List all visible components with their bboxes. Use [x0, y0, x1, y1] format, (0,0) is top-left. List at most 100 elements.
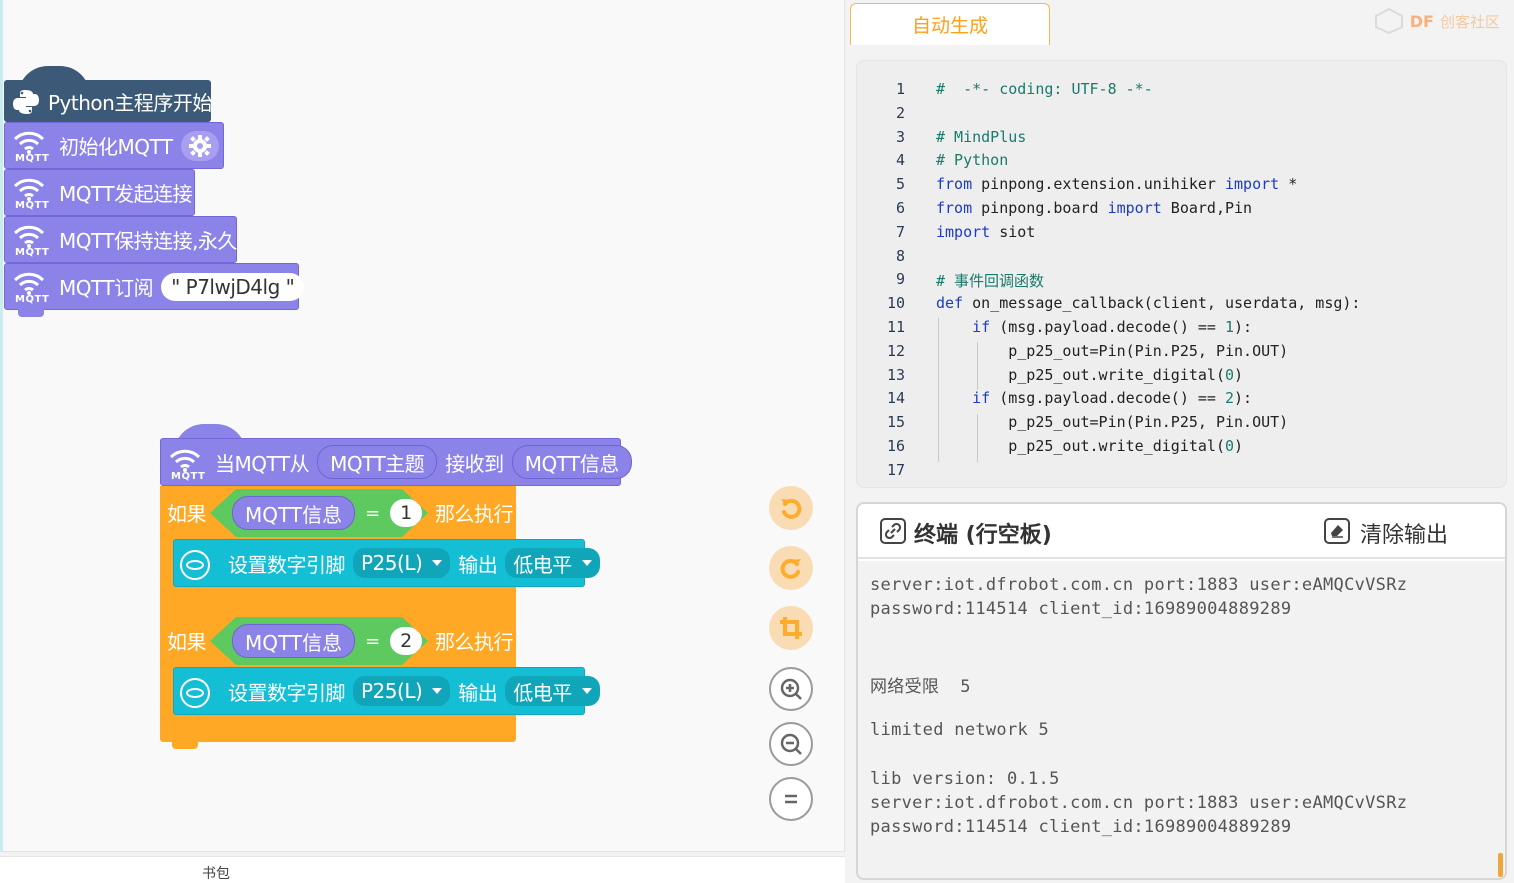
line-number: 8 [895, 246, 905, 265]
tab-bar: 自动生成 DF 创客社区 [848, 0, 1514, 46]
code-text: # Python [936, 151, 1009, 170]
mqtt-keep-block[interactable]: MQTT MQTT保持连接,永久 [4, 216, 237, 263]
subscribe-topic-input[interactable]: " P7lwjD4lg " [161, 272, 305, 301]
logo-brand: DF [1409, 11, 1434, 31]
terminal-panel: 终端 (行空板) 清除输出 server:iot.dfrobot.com.cn … [856, 502, 1507, 880]
code-line: 2 [857, 104, 905, 128]
python-logo-icon [12, 88, 40, 121]
line-number: 3 [895, 127, 905, 146]
event-topic-reporter[interactable]: MQTT主题 [317, 445, 438, 479]
block-workspace[interactable]: Python主程序开始 MQTT 初始化MQTT MQTT MQTT发起连接 M… [0, 0, 845, 852]
code-line: 3 # MindPlus [857, 127, 1026, 152]
pin-dropdown-value-1: P25(L) [361, 551, 423, 575]
code-text: p_p25_out=Pin(Pin.P25, Pin.OUT) [936, 413, 1289, 432]
code-line: 17 [857, 461, 905, 485]
set-pin-block-2[interactable]: 设置数字引脚 P25(L) 输出 低电平 [173, 667, 600, 715]
clear-output-button[interactable]: 清除输出 [1360, 517, 1448, 549]
zoom-in-button[interactable] [769, 667, 813, 711]
code-text: if (msg.payload.decode() == 1): [972, 318, 1253, 336]
backpack-bar[interactable]: 书包 [0, 856, 845, 883]
backpack-label: 书包 [202, 866, 230, 882]
code-line: 12 p_p25_out=Pin(Pin.P25, Pin.OUT) [857, 341, 1288, 366]
code-text: import siot [936, 222, 1036, 241]
code-line: 7 import siot [857, 223, 1035, 247]
pin-icon [180, 678, 210, 708]
code-line: 13 p_p25_out.write_digital(0) [857, 366, 1243, 390]
gear-icon[interactable] [180, 130, 219, 161]
set-pin-label-2: 设置数字引脚 [228, 680, 346, 705]
line-number: 2 [895, 103, 905, 122]
code-text: p_p25_out=Pin(Pin.P25, Pin.OUT) [936, 341, 1289, 360]
code-text: # -*- coding: UTF-8 -*- [936, 80, 1153, 98]
line-number: 4 [895, 151, 905, 170]
terminal-output[interactable]: server:iot.dfrobot.com.cn port:1883 user… [858, 561, 1505, 878]
if2-condition[interactable]: MQTT信息 = 2 [210, 617, 428, 665]
clear-icon[interactable] [1324, 518, 1350, 544]
chevron-down-icon [432, 688, 443, 694]
event-message-reporter[interactable]: MQTT信息 [511, 445, 632, 479]
code-line: 1 # -*- coding: UTF-8 -*- [857, 80, 1153, 104]
reset-zoom-button[interactable] [769, 777, 813, 821]
pin-dropdown-2[interactable]: P25(L) [353, 676, 451, 706]
terminal-line: lib version: 0.1.5 [870, 768, 1060, 789]
init-mqtt-block[interactable]: MQTT 初始化MQTT [4, 122, 224, 169]
set-pin-block-1[interactable]: 设置数字引脚 P25(L) 输出 低电平 [173, 539, 600, 587]
pin-dropdown-value-2: P25(L) [361, 679, 423, 703]
code-editor[interactable]: 1 # -*- coding: UTF-8 -*- 2 3 # MindPlus 4 # P… [856, 60, 1507, 488]
if1-condition[interactable]: MQTT信息 = 1 [210, 489, 428, 537]
pin-dropdown-1[interactable]: P25(L) [353, 548, 451, 578]
line-number: 9 [895, 270, 905, 289]
line-number: 5 [895, 175, 905, 194]
event-received-label: 接收到 [445, 451, 504, 476]
terminal-header: 终端 (行空板) 清除输出 [858, 504, 1505, 559]
control-inner-gap-1 [186, 588, 516, 614]
init-mqtt-label: 初始化MQTT [59, 135, 173, 159]
if1-message-reporter[interactable]: MQTT信息 [232, 496, 355, 530]
if2-message-reporter[interactable]: MQTT信息 [232, 624, 355, 658]
wifi-icon: MQTT [11, 221, 49, 259]
mqtt-connect-label: MQTT发起连接 [59, 182, 193, 206]
line-number: 11 [886, 318, 905, 336]
undo-button[interactable] [769, 486, 813, 530]
code-line: 11 if (msg.payload.decode() == 1): [857, 318, 1252, 342]
control-block-notch [172, 741, 198, 749]
terminal-line: server:iot.dfrobot.com.cn port:1883 user… [870, 792, 1408, 813]
wifi-icon: MQTT [11, 127, 49, 165]
redo-button[interactable] [769, 546, 813, 590]
python-main-start-block[interactable]: Python主程序开始 [4, 80, 212, 122]
code-line: 10 def on_message_callback(client, userda… [857, 294, 1361, 318]
line-number: 6 [895, 199, 905, 217]
df-logo: DF 创客社区 [1374, 8, 1500, 34]
mqtt-connect-block[interactable]: MQTT MQTT发起连接 [4, 169, 195, 216]
if1-then-label: 那么执行 [435, 501, 514, 526]
code-text: if (msg.payload.decode() == 2): [972, 389, 1253, 408]
crop-icon [780, 617, 802, 639]
redo-icon [780, 558, 801, 579]
line-number: 12 [886, 341, 905, 360]
line-number: 14 [886, 389, 905, 408]
level-dropdown-value-2: 低电平 [513, 680, 572, 705]
chevron-down-icon [581, 560, 592, 566]
tab-auto-generate[interactable]: 自动生成 [850, 3, 1050, 45]
terminal-scrollbar[interactable] [1498, 853, 1503, 877]
code-text: from pinpong.board import Board,Pin [936, 199, 1253, 217]
mqtt-event-block[interactable]: MQTT 当MQTT从 MQTT主题 接收到 MQTT信息 [160, 438, 632, 486]
code-line: 4 # Python [857, 151, 1008, 175]
crop-button[interactable] [769, 606, 813, 650]
zoom-out-button[interactable] [769, 722, 813, 766]
code-line: 8 [857, 247, 905, 271]
level-dropdown-1[interactable]: 低电平 [505, 548, 600, 578]
block-bottom-notch [18, 309, 44, 317]
mqtt-subscribe-block[interactable]: MQTT MQTT订阅 " P7lwjD4lg " [4, 263, 305, 310]
code-text: # MindPlus [936, 127, 1027, 146]
code-text: # 事件回调函数 [936, 272, 1045, 291]
zoom-in-icon [780, 678, 802, 700]
chevron-down-icon [581, 688, 592, 694]
line-number: 17 [886, 460, 905, 479]
code-line: 16 p_p25_out.write_digital(0) [857, 437, 1243, 461]
level-dropdown-2[interactable]: 低电平 [505, 676, 600, 706]
output-label-1: 输出 [458, 552, 498, 577]
line-number: 15 [886, 413, 905, 432]
code-line: 5 from pinpong.extension.unihiker import … [857, 175, 1297, 199]
terminal-line: password:114514 client_id:16989004889289 [870, 817, 1292, 837]
